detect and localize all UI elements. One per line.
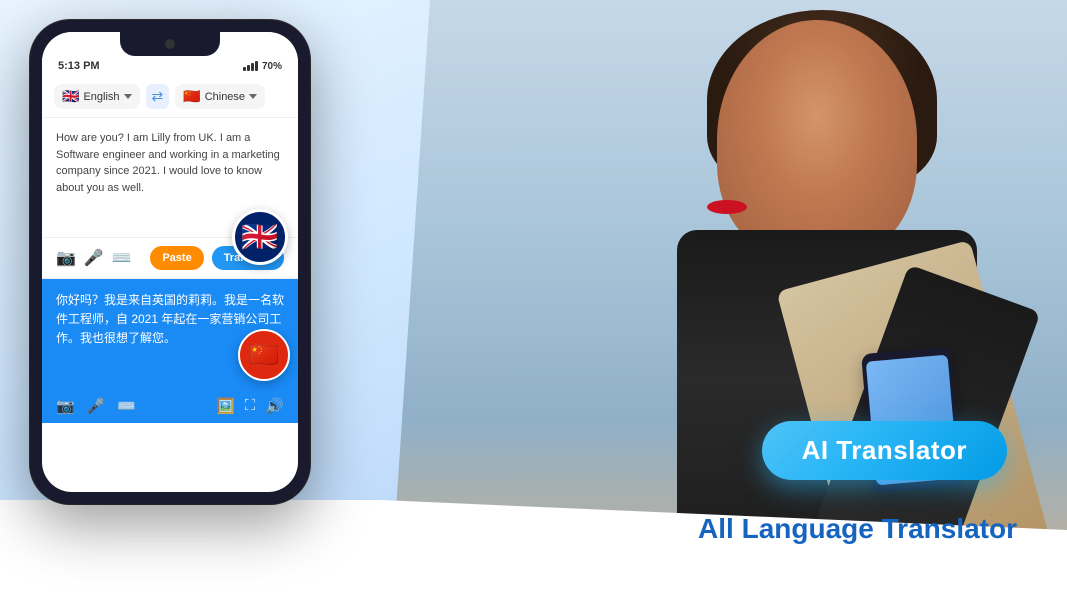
- signal-bar-4: [255, 61, 258, 71]
- uk-flag-circle: 🇬🇧: [232, 209, 288, 265]
- bottom-keyboard-icon[interactable]: ⌨️: [117, 397, 136, 415]
- camera-dot: [165, 39, 175, 49]
- phone-outer-shell: 5:13 PM 70% 🇬🇧 English: [30, 20, 310, 504]
- bottom-mic-icon[interactable]: 🎤: [87, 397, 106, 415]
- uk-flag-large-container: 🇬🇧: [232, 209, 288, 265]
- all-language-translator-label: All Language Translator: [698, 513, 1017, 545]
- bottom-speaker-icon[interactable]: 🔊: [265, 397, 284, 415]
- person-head: [717, 20, 917, 260]
- translation-result-area: 你好吗？我是来自英国的莉莉。我是一名软件工程师，自 2021 年起在一家营销公司…: [42, 279, 298, 389]
- phone-notch: [120, 32, 220, 56]
- camera-icon[interactable]: 📷: [56, 248, 76, 268]
- bottom-image-icon[interactable]: 🖼️: [216, 397, 235, 415]
- signal-bar-2: [247, 65, 250, 71]
- language-bar[interactable]: 🇬🇧 English ⇄ 🇨🇳 Chinese: [42, 76, 298, 118]
- cn-flag-small: 🇨🇳: [183, 88, 200, 105]
- person-lips: [707, 200, 747, 214]
- ai-translator-badge: AI Translator: [762, 421, 1007, 480]
- phone-mockup: 5:13 PM 70% 🇬🇧 English: [30, 20, 340, 504]
- swap-languages-button[interactable]: ⇄: [146, 84, 170, 109]
- uk-flag-small: 🇬🇧: [62, 88, 79, 105]
- cn-flag-large-container: 🇨🇳: [238, 329, 290, 381]
- person-figure: [557, 0, 1037, 600]
- signal-icon: [243, 61, 258, 71]
- input-text-area[interactable]: How are you? I am Lilly from UK. I am a …: [42, 118, 298, 238]
- source-language-selector[interactable]: 🇬🇧 English: [54, 84, 140, 109]
- source-lang-chevron: [124, 94, 132, 99]
- microphone-icon[interactable]: 🎤: [84, 248, 104, 268]
- bottom-camera-icon[interactable]: 📷: [56, 397, 75, 415]
- ai-translator-label: AI Translator: [802, 435, 967, 465]
- swap-icon: ⇄: [152, 88, 164, 105]
- paste-button[interactable]: Paste: [150, 246, 203, 270]
- target-language-selector[interactable]: 🇨🇳 Chinese: [175, 84, 265, 109]
- source-language-label: English: [83, 91, 119, 103]
- phone-bottom-bar: 📷 🎤 ⌨️ 🖼️ ⛶ 🔊: [42, 389, 298, 423]
- signal-bar-1: [243, 67, 246, 71]
- status-right-icons: 70%: [243, 61, 282, 72]
- target-language-label: Chinese: [205, 91, 245, 103]
- signal-bar-3: [251, 63, 254, 71]
- input-text-content: How are you? I am Lilly from UK. I am a …: [56, 130, 284, 196]
- target-lang-chevron: [249, 94, 257, 99]
- bottom-right-icons: 🖼️ ⛶ 🔊: [216, 397, 284, 415]
- keyboard-icon[interactable]: ⌨️: [112, 248, 132, 268]
- cn-flag-circle: 🇨🇳: [238, 329, 290, 381]
- status-time: 5:13 PM: [58, 60, 100, 72]
- bottom-expand-icon[interactable]: ⛶: [245, 397, 256, 415]
- battery-text: 70%: [262, 61, 282, 72]
- phone-screen: 5:13 PM 70% 🇬🇧 English: [42, 32, 298, 492]
